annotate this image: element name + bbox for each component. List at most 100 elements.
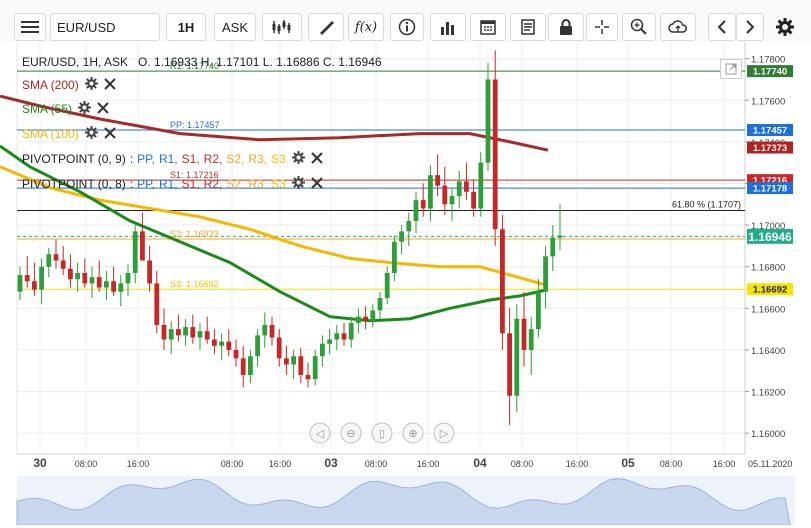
x-tick-label: 05 (621, 456, 635, 470)
candle-body (197, 331, 203, 338)
indicator-sma-100[interactable]: SMA (100) (22, 125, 116, 143)
news-button[interactable] (510, 13, 546, 41)
calendar-button[interactable] (470, 13, 506, 41)
candle-body (284, 358, 289, 365)
indicator-pivot-9[interactable]: PIVOTPOINT (0, 9) : PP, R1, S1, R2, S2, R3, S3 (22, 150, 323, 168)
candle-body (140, 231, 145, 261)
candle-body (456, 181, 462, 196)
timeframe-selector[interactable]: 1H (166, 13, 206, 41)
zoom-in-button[interactable]: ⊕ (402, 422, 424, 444)
candle-body (46, 254, 52, 267)
nav-left-icon-glyph: ◁ (316, 428, 325, 440)
pivot-level-s3: S3 (271, 152, 286, 166)
draw-button[interactable] (308, 13, 344, 41)
pivot-level-s2: S2, (226, 177, 245, 191)
gear-icon[interactable] (84, 77, 98, 93)
settings-button[interactable] (770, 13, 800, 41)
candle-body (276, 337, 282, 359)
candle-body (161, 324, 167, 340)
candle-body (305, 374, 311, 380)
scroll-left-button[interactable] (708, 13, 736, 41)
candle-body (32, 281, 37, 290)
y-tick-label: 1.16000 (751, 429, 785, 440)
indicators-button[interactable]: f(x) (348, 13, 384, 41)
candle-body (500, 229, 505, 334)
close-icon[interactable] (103, 77, 116, 93)
settings-icon (776, 18, 794, 36)
volume-button[interactable] (430, 13, 466, 41)
ohlc-values: O. 1.16933 H. 1.17101 L. 1.16886 C. 1.16… (138, 55, 382, 69)
candle-body (24, 275, 30, 282)
candle-body (176, 329, 181, 336)
gear-icon[interactable] (84, 126, 98, 142)
right-arrow-icon (746, 20, 755, 34)
candle-body (248, 356, 253, 375)
candle-body (377, 297, 383, 311)
crosshair-icon (595, 20, 609, 34)
zoom-button[interactable] (622, 13, 656, 41)
candle-body (485, 79, 491, 163)
scroll-right-button[interactable] (736, 13, 764, 41)
close-icon[interactable] (103, 126, 116, 142)
indicator-label: SMA (100) (22, 127, 79, 141)
candle-body (392, 241, 397, 273)
fit-button[interactable]: ▯ (371, 422, 393, 444)
candle-body (363, 316, 368, 321)
candle-body (118, 283, 124, 292)
candle-body (82, 272, 88, 284)
lock-button[interactable] (548, 13, 584, 41)
candle-body (89, 277, 95, 284)
indicator-sma-200[interactable]: SMA (200) (22, 76, 116, 94)
chart-area[interactable]: 61.80 % (1.1707) R1: 1.17740 PP: 1.17457 S… (0, 42, 811, 526)
zoom-out-icon-glyph: ⊖ (346, 428, 355, 440)
candle-body (125, 272, 131, 284)
nav-right-button[interactable]: ▷ (433, 422, 455, 444)
candle-body (514, 318, 520, 396)
zoom-out-button[interactable]: ⊖ (340, 422, 362, 444)
candle-body (154, 283, 160, 325)
expand-button[interactable] (720, 59, 742, 79)
close-icon[interactable] (311, 176, 323, 192)
indicator-sma-55[interactable]: SMA (55) (22, 100, 109, 118)
menu-button[interactable] (14, 13, 46, 41)
candle-body (204, 331, 210, 340)
x-tick-label: 08:00 (75, 459, 98, 469)
info-button[interactable] (390, 13, 424, 41)
candle-body (168, 329, 174, 340)
candle-body (320, 343, 325, 357)
chart-type-button[interactable] (262, 13, 302, 41)
pivot-level-r1: R1, (158, 177, 178, 191)
crosshair-button[interactable] (586, 13, 618, 41)
candle-body (17, 275, 23, 292)
candle-body (521, 318, 527, 350)
price-type-selector[interactable]: ASK (214, 13, 256, 41)
candle-body (183, 327, 188, 336)
indicator-label: PIVOTPOINT (0, 9) (22, 152, 126, 166)
gear-icon[interactable] (291, 151, 305, 167)
x-tick-label: 04 (473, 456, 487, 470)
close-icon[interactable] (311, 151, 323, 167)
candle-body (550, 237, 556, 257)
cloud-icon (668, 20, 687, 33)
nav-left-button[interactable]: ◁ (309, 422, 331, 444)
symbol-selector[interactable]: EUR/USD (50, 13, 160, 41)
gear-icon[interactable] (291, 176, 305, 192)
price-chart[interactable]: 61.80 % (1.1707) R1: 1.17740PP: 1.17457S… (0, 42, 811, 526)
x-tick-label: 08:00 (511, 459, 534, 469)
candle-body (528, 329, 534, 350)
candle-body (399, 231, 404, 242)
candle-body (298, 356, 304, 375)
candle-body (96, 277, 102, 288)
candle-body (269, 324, 275, 338)
fit-icon-glyph: ▯ (379, 428, 385, 440)
price-tag-label: 1.17178 (753, 184, 787, 195)
candle-body (219, 341, 224, 346)
cloud-button[interactable] (660, 13, 696, 41)
candle-body (406, 220, 412, 232)
pivot-level-r2: R2, (203, 152, 223, 166)
gear-icon[interactable] (78, 101, 92, 117)
candle-body (39, 266, 44, 290)
close-icon[interactable] (97, 101, 109, 117)
news-icon (521, 19, 535, 35)
indicator-pivot-8[interactable]: PIVOTPOINT (0, 8) : PP, R1, S1, R2, S2, R3, S3 (22, 175, 323, 193)
